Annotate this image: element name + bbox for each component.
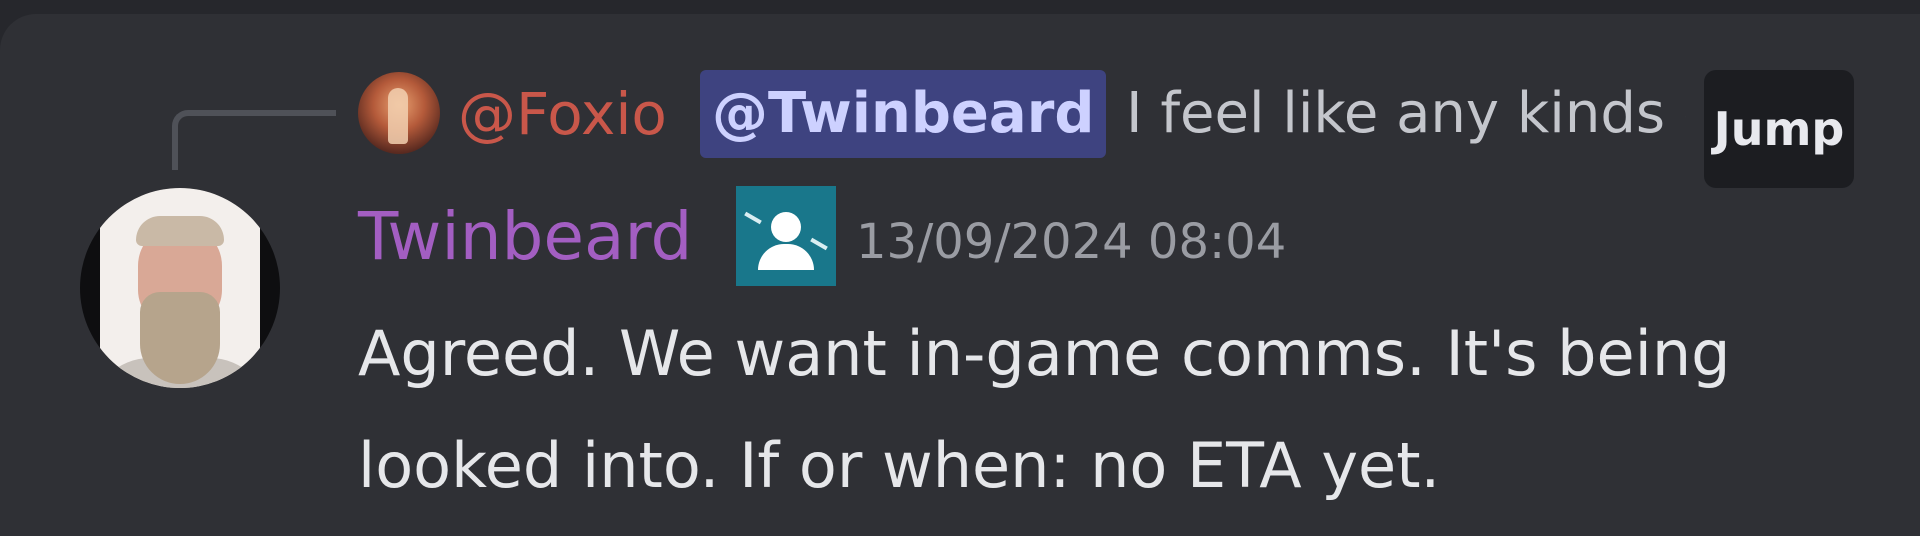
avatar-beard (140, 292, 220, 384)
role-icon-arrow-left (744, 211, 762, 225)
message-content: Agreed. We want in-game comms. It's bein… (358, 317, 1731, 502)
reply-author-avatar[interactable] (358, 72, 440, 154)
avatar-figure (388, 88, 408, 144)
message-author-name[interactable]: Twinbeard (358, 194, 692, 280)
reply-mention[interactable]: @Twinbeard (700, 70, 1107, 158)
role-icon-body (758, 244, 814, 270)
user-role-icon[interactable] (736, 186, 836, 286)
author-avatar[interactable] (80, 188, 280, 388)
message-timestamp[interactable]: 13/09/2024 08:04 (856, 204, 1286, 280)
role-icon-head (771, 212, 801, 242)
chat-message[interactable]: @Foxio @Twinbeard I feel like any kinds … (0, 14, 1920, 536)
chat-viewport: @Foxio @Twinbeard I feel like any kinds … (0, 0, 1920, 536)
avatar-hair (136, 216, 224, 246)
jump-tooltip: Jump (1704, 70, 1854, 188)
reply-connector-line (172, 110, 336, 170)
role-icon-arrow-right (810, 237, 828, 251)
reply-preview-text[interactable]: I feel like any kinds o (1126, 72, 1686, 156)
reply-author-name[interactable]: @Foxio (458, 72, 667, 156)
